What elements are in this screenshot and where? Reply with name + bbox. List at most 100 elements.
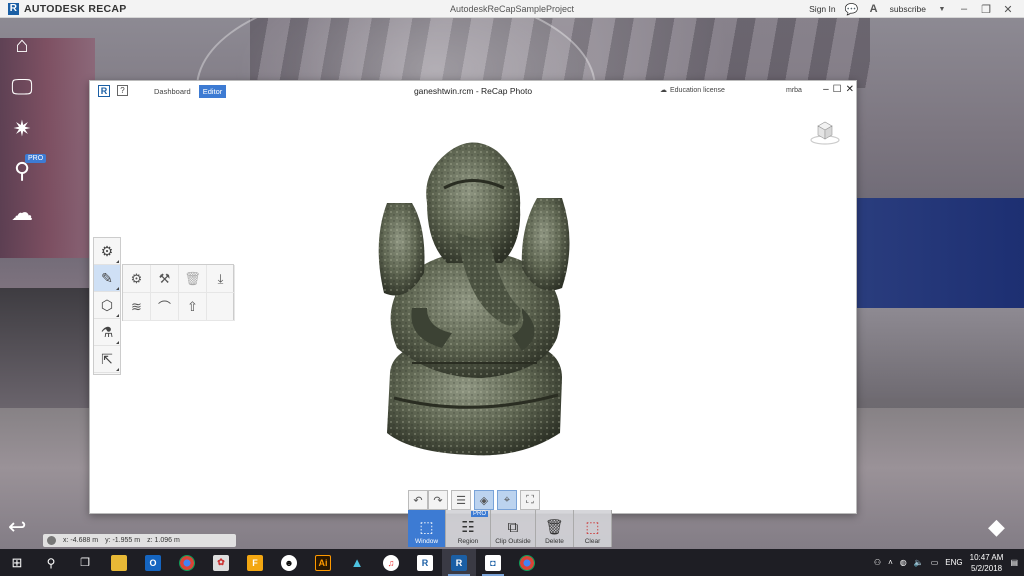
edit-flyout: ⚙ ⚒ 🗑 ⤓ ≋ ⌒ ⇧ xyxy=(122,264,235,321)
system-tray: ⚇ ˄ ◍ 🔈 ▭ ENG 10:47 AM 5/2/2018 ▤ xyxy=(874,549,1024,576)
restore-icon[interactable]: ❐ xyxy=(980,3,992,16)
blue-wall-points xyxy=(854,198,1024,308)
gear-outline-icon: ⚙ xyxy=(130,270,143,286)
adjust-button[interactable]: ☰ xyxy=(451,490,471,510)
editor-minimize-icon[interactable]: – xyxy=(823,84,829,95)
app-window-button[interactable]: ◘ xyxy=(476,549,510,576)
search-button[interactable]: ⚲ PRO xyxy=(0,150,47,192)
settings-tool[interactable]: ⚙ xyxy=(94,238,120,265)
y-coordinate: -1.955 xyxy=(112,537,133,544)
export-tool[interactable]: ⇱ xyxy=(94,346,120,373)
region-select-button[interactable]: PRO ☷ Region xyxy=(446,510,491,547)
redo-button[interactable]: ↷ xyxy=(428,490,448,510)
fill-holes-tool[interactable]: ⤓ xyxy=(207,265,235,293)
power-icon[interactable]: ▭ xyxy=(931,558,939,567)
tab-editor[interactable]: Editor xyxy=(198,85,227,98)
panda-icon: ☻ xyxy=(281,554,297,571)
tool-palette: ⚙ ✎ ⬡ ⚗ ⇱ xyxy=(93,237,121,375)
recap-photo-icon: R xyxy=(451,554,467,571)
brand-name: AUTODESK RECAP xyxy=(24,2,127,15)
home-button[interactable]: ⌂ xyxy=(0,24,44,66)
window-app-icon: ◘ xyxy=(485,554,501,571)
sign-in-link[interactable]: Sign In xyxy=(809,4,835,14)
hammer-tool[interactable]: ⚒ xyxy=(151,265,179,293)
fit-view-button[interactable]: ⛶ xyxy=(520,490,540,510)
auto-fix-tool[interactable]: ⚙ xyxy=(123,265,151,293)
trash-icon: 🗑 xyxy=(544,519,565,536)
minimize-icon[interactable]: – xyxy=(958,3,970,15)
viewcube-icon[interactable] xyxy=(810,116,840,146)
clock[interactable]: 10:47 AM 5/2/2018 xyxy=(970,552,1004,574)
measure-tool[interactable]: ⚗ xyxy=(94,319,120,346)
layers-icon[interactable]: ◆ xyxy=(988,514,1005,540)
mesh-icon: ⬡ xyxy=(100,296,114,313)
ganesh-3d-model[interactable] xyxy=(372,133,577,458)
gear-icon: ⚙ xyxy=(100,242,114,259)
hammer-icon: ⚒ xyxy=(158,270,171,286)
panda-app-button[interactable]: ☻ xyxy=(272,549,306,576)
itunes-button[interactable]: ♫ xyxy=(374,549,408,576)
right-floor-points xyxy=(854,308,1024,398)
cloud-icon: ☁ xyxy=(11,200,33,225)
z-coordinate: 1.096 xyxy=(154,537,173,544)
language-indicator[interactable]: ENG xyxy=(945,558,962,567)
dropdown-arrow-icon[interactable]: ▼ xyxy=(936,3,948,15)
cloud-button[interactable]: ☁ xyxy=(0,192,44,234)
show-hidden-icon[interactable]: ˄ xyxy=(888,558,893,567)
undo-button[interactable]: ↶ xyxy=(408,490,428,510)
x-coordinate: -4.688 xyxy=(70,537,91,544)
left-floor-points xyxy=(0,288,95,408)
task-view-button[interactable]: ❐ xyxy=(68,549,102,576)
window-select-button[interactable]: ⬚ Window xyxy=(408,510,446,547)
help-button[interactable]: ? xyxy=(117,85,128,96)
extrude-tool[interactable]: ⇧ xyxy=(179,293,207,321)
illustrator-button[interactable]: Ai xyxy=(306,549,340,576)
notifications-icon[interactable]: ▤ xyxy=(1010,558,1018,567)
autodesk-button[interactable]: ▲ xyxy=(340,549,374,576)
tab-dashboard[interactable]: Dashboard xyxy=(150,85,195,98)
clear-button[interactable]: ⬚ Clear xyxy=(574,510,612,547)
mesh-tool[interactable]: ⬡ xyxy=(94,292,120,319)
monitor-icon: 🖵 xyxy=(11,74,33,99)
people-icon[interactable]: ⚇ xyxy=(874,558,881,567)
chrome-button-2[interactable] xyxy=(510,549,544,576)
bridge-tool[interactable]: ⌒ xyxy=(151,293,179,321)
chrome-button[interactable] xyxy=(170,549,204,576)
recap-logo-icon: R xyxy=(8,2,19,15)
back-arrow-icon[interactable]: ↩ xyxy=(8,514,26,540)
start-button[interactable]: ⊞ xyxy=(0,549,34,576)
extrude-icon: ⇧ xyxy=(187,298,198,314)
paint-button[interactable]: ✿ xyxy=(204,549,238,576)
app-f-button[interactable]: F xyxy=(238,549,272,576)
edit-tool[interactable]: ✎ xyxy=(94,265,120,292)
task-view-icon: ❐ xyxy=(80,557,90,569)
clip-outside-button[interactable]: ⧉ Clip Outside xyxy=(491,510,536,547)
pivot-button[interactable]: ⌖ xyxy=(497,490,517,510)
sliders-icon: ☰ xyxy=(456,494,466,507)
delete-selection-tool[interactable]: 🗑 xyxy=(179,265,207,293)
file-explorer-button[interactable] xyxy=(102,549,136,576)
app-logo: R AUTODESK RECAP xyxy=(8,2,127,15)
recap-photo-button[interactable]: R xyxy=(442,549,476,576)
cube-icon: ◈ xyxy=(479,494,489,507)
subscribe-link[interactable]: subscribe xyxy=(890,4,926,14)
delete-button[interactable]: 🗑 Delete xyxy=(536,510,574,547)
editor-maximize-icon[interactable]: ☐ xyxy=(833,84,842,95)
editor-close-icon[interactable]: ✕ xyxy=(846,84,854,95)
shaded-view-button[interactable]: ◈ xyxy=(474,490,494,510)
volume-icon[interactable]: 🔈 xyxy=(914,558,924,567)
chrome-icon xyxy=(179,554,195,571)
left-rail: ⌂ 🖵 ✷ ⚲ PRO ☁ xyxy=(0,24,47,225)
license-icon: ☁ xyxy=(660,87,667,94)
chat-icon[interactable]: 💬 xyxy=(845,3,859,16)
navigate-button[interactable]: ✷ xyxy=(0,108,44,150)
recap-button[interactable]: R xyxy=(408,549,442,576)
user-name[interactable]: mrba xyxy=(786,87,802,94)
network-icon[interactable]: ◍ xyxy=(900,558,907,567)
smooth-tool[interactable]: ≋ xyxy=(123,293,151,321)
outlook-button[interactable]: O xyxy=(136,549,170,576)
recap-photo-logo-icon[interactable]: R xyxy=(98,85,110,97)
close-icon[interactable]: ✕ xyxy=(1002,3,1014,16)
search-button[interactable]: ⚲ xyxy=(34,549,68,576)
display-button[interactable]: 🖵 xyxy=(0,66,44,108)
